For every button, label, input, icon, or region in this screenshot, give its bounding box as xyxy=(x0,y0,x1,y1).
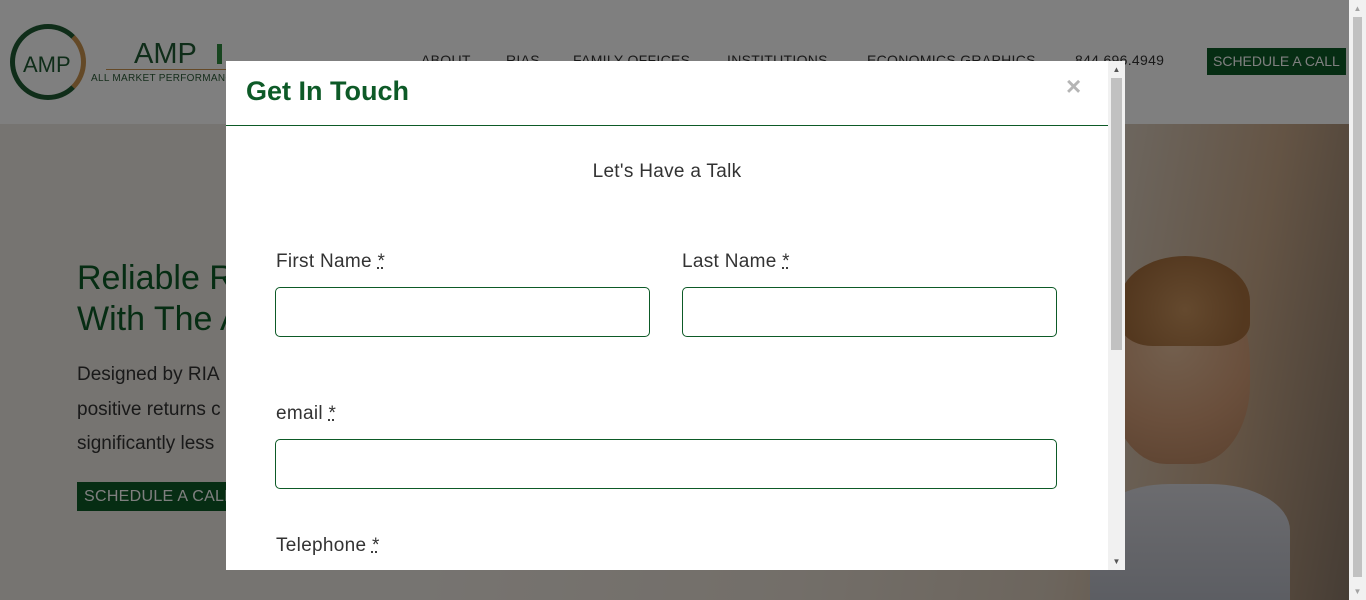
close-icon[interactable]: × xyxy=(1066,73,1081,99)
required-marker: * xyxy=(782,251,790,272)
first-name-input[interactable] xyxy=(275,287,650,337)
first-name-label: First Name * xyxy=(276,251,385,273)
telephone-label-text: Telephone xyxy=(276,535,367,556)
page-scrollbar-thumb[interactable] xyxy=(1353,17,1362,577)
modal-header: Get In Touch × xyxy=(226,61,1108,126)
required-marker: * xyxy=(377,251,386,272)
first-name-label-text: First Name xyxy=(276,251,372,272)
last-name-input[interactable] xyxy=(682,287,1057,337)
scroll-up-icon[interactable]: ▲ xyxy=(1349,0,1366,17)
modal-scrollbar-thumb[interactable] xyxy=(1111,78,1122,350)
telephone-label: Telephone * xyxy=(276,535,380,557)
modal-subtitle: Let's Have a Talk xyxy=(592,161,742,182)
scroll-up-icon[interactable]: ▲ xyxy=(1108,61,1125,78)
required-marker: * xyxy=(371,535,380,556)
email-label: email * xyxy=(276,403,336,425)
required-marker: * xyxy=(328,403,337,424)
last-name-label-text: Last Name xyxy=(682,251,777,272)
modal-content: Get In Touch × Let's Have a Talk First N… xyxy=(226,61,1108,570)
contact-modal: Get In Touch × Let's Have a Talk First N… xyxy=(226,61,1125,570)
page-scrollbar[interactable]: ▲ ▼ xyxy=(1349,0,1366,600)
scroll-down-icon[interactable]: ▼ xyxy=(1108,553,1125,570)
modal-title: Get In Touch xyxy=(246,76,409,106)
modal-scrollbar[interactable]: ▲ ▼ xyxy=(1108,61,1125,570)
email-label-text: email xyxy=(276,403,323,424)
scroll-down-icon[interactable]: ▼ xyxy=(1349,583,1366,600)
last-name-label: Last Name * xyxy=(682,251,790,273)
email-input[interactable] xyxy=(275,439,1057,489)
